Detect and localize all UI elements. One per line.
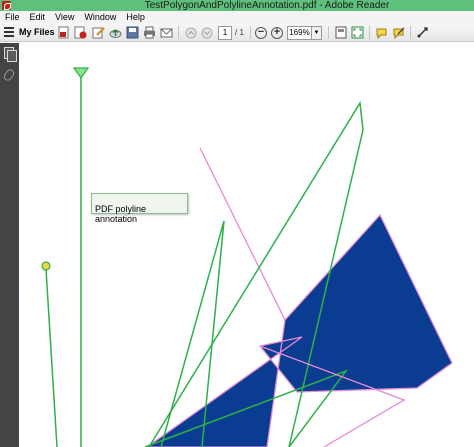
attachment-icon[interactable] xyxy=(2,67,16,83)
save-icon[interactable] xyxy=(125,25,140,40)
menu-bar: File Edit View Window Help xyxy=(0,11,474,23)
window-title: TestPolygonAndPolylineAnnotation.pdf - A… xyxy=(144,0,390,11)
prev-page-icon[interactable] xyxy=(183,25,198,40)
my-files-button[interactable]: My Files xyxy=(19,25,55,40)
toolbar: My Files 1 / 1 − + 169% ▼ xyxy=(0,23,474,42)
zoom-out-icon[interactable]: − xyxy=(255,27,267,39)
tools-icon[interactable] xyxy=(415,25,430,40)
comment-icon[interactable] xyxy=(374,25,389,40)
print-icon[interactable] xyxy=(142,25,157,40)
navigation-pane xyxy=(0,43,19,447)
polyline-end-marker-icon xyxy=(41,261,51,271)
menu-view[interactable]: View xyxy=(50,11,79,23)
zoom-level-input[interactable]: 169% xyxy=(287,26,312,40)
title-bar: TestPolygonAndPolylineAnnotation.pdf - A… xyxy=(0,0,474,11)
zoom-in-icon[interactable]: + xyxy=(271,27,283,39)
annotation-tooltip: PDF polyline annotation xyxy=(91,193,188,224)
pdf-page-canvas xyxy=(41,67,453,447)
fit-page-icon[interactable] xyxy=(333,25,348,40)
next-page-icon[interactable] xyxy=(199,25,214,40)
adobe-reader-icon xyxy=(2,1,11,10)
page-number-input[interactable]: 1 xyxy=(218,26,232,40)
menu-file[interactable]: File xyxy=(0,11,25,23)
zoom-dropdown-button[interactable]: ▼ xyxy=(312,26,322,40)
fullscreen-icon[interactable] xyxy=(350,25,365,40)
cloud-upload-icon[interactable] xyxy=(108,25,123,40)
polyline-annotation-2[interactable] xyxy=(45,268,58,447)
polyline-start-marker-icon xyxy=(72,67,90,80)
menu-window[interactable]: Window xyxy=(79,11,121,23)
create-pdf-icon[interactable] xyxy=(56,25,71,40)
page-total: / 1 xyxy=(235,28,244,37)
menu-edit[interactable]: Edit xyxy=(25,11,51,23)
pages-icon[interactable] xyxy=(4,47,17,62)
email-icon[interactable] xyxy=(159,25,174,40)
menu-help[interactable]: Help xyxy=(121,11,150,23)
document-view[interactable]: PDF polyline annotation xyxy=(19,43,474,447)
sign-icon[interactable] xyxy=(391,25,406,40)
hamburger-menu-icon[interactable] xyxy=(4,25,14,40)
edit-icon[interactable] xyxy=(91,25,106,40)
export-pdf-icon[interactable] xyxy=(73,25,88,40)
